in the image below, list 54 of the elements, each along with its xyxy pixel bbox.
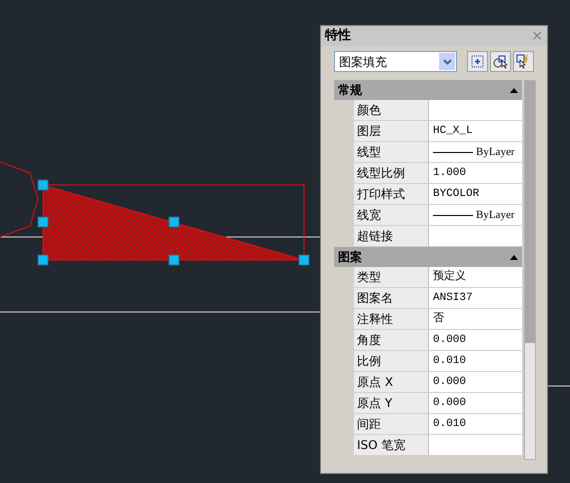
scrollbar-thumb[interactable]: [525, 81, 535, 343]
property-label: 线型: [354, 142, 429, 162]
pickadd-toggle-button[interactable]: [513, 51, 534, 72]
section-title: 图案: [338, 249, 362, 266]
property-label: 角度: [354, 330, 429, 350]
property-label: 原点 Y: [354, 393, 429, 413]
property-value-field[interactable]: 0.010: [429, 414, 522, 434]
property-value-field[interactable]: 1.000: [429, 163, 522, 183]
property-label: 比例: [354, 351, 429, 371]
property-label: 注释性: [354, 309, 429, 329]
property-value-field[interactable]: [429, 100, 522, 120]
section-title: 常规: [338, 82, 362, 99]
property-value-field[interactable]: BYCOLOR: [429, 184, 522, 204]
property-value-field[interactable]: 否: [429, 309, 522, 329]
select-objects-icon: [493, 54, 508, 69]
property-value-field[interactable]: ByLayer: [429, 142, 522, 162]
property-value-field[interactable]: 0.000: [429, 393, 522, 413]
quick-select-button[interactable]: [467, 51, 488, 72]
drawing-line: [0, 236, 44, 238]
property-value-field[interactable]: 0.000: [429, 372, 522, 392]
property-label: 打印样式: [354, 184, 429, 204]
section-header[interactable]: 图案: [334, 247, 522, 267]
property-label: ISO 笔宽: [354, 435, 429, 455]
quick-select-icon: [471, 55, 484, 68]
property-label: 线宽: [354, 205, 429, 225]
selected-hatch-drawing[interactable]: [38, 180, 310, 266]
object-type-dropdown[interactable]: 图案填充: [334, 51, 457, 72]
property-label: 图案名: [354, 288, 429, 308]
property-value-field[interactable]: 0.000: [429, 330, 522, 350]
chevron-down-icon: [439, 53, 455, 70]
property-value-field[interactable]: HC_X_L: [429, 121, 522, 141]
property-value-field[interactable]: ANSI37: [429, 288, 522, 308]
property-label: 超链接: [354, 226, 429, 246]
property-label: 图层: [354, 121, 429, 141]
property-label: 颜色: [354, 100, 429, 120]
collapse-arrow-icon: [510, 88, 518, 92]
property-label: 间距: [354, 414, 429, 434]
property-value: ByLayer: [476, 144, 514, 160]
pickadd-icon: [516, 54, 531, 69]
property-value-field[interactable]: [429, 435, 522, 455]
section-header[interactable]: 常规: [334, 80, 522, 100]
line-sample: [433, 214, 473, 216]
property-label: 线型比例: [354, 163, 429, 183]
property-value-field[interactable]: 预定义: [429, 267, 522, 287]
palette-title: 特性: [325, 27, 351, 46]
property-value: ByLayer: [476, 208, 514, 223]
property-value-field[interactable]: [429, 226, 522, 246]
collapse-arrow-icon: [510, 254, 518, 260]
property-value-field[interactable]: 0.010: [429, 351, 522, 371]
scrollbar-track[interactable]: [524, 80, 536, 460]
property-label: 类型: [354, 267, 429, 287]
property-label: 原点 X: [354, 372, 429, 392]
property-value-field[interactable]: ByLayer: [429, 205, 522, 225]
select-objects-button[interactable]: [490, 51, 511, 72]
